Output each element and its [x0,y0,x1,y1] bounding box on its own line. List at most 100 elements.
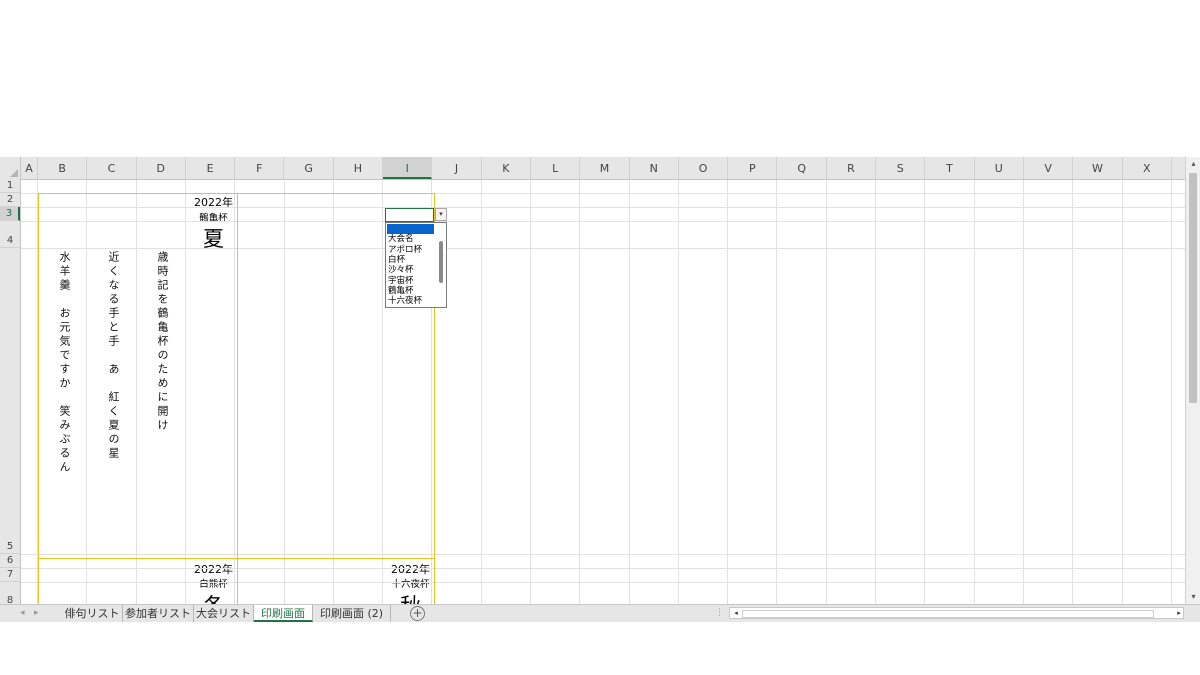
column-header-u[interactable]: U [975,157,1024,179]
column-header-v[interactable]: V [1024,157,1074,179]
column-header-b[interactable]: B [38,157,88,179]
column-header-i[interactable]: I [383,157,433,179]
cell-d5-haiku[interactable]: 歳時記を鶴亀杯のために開け [156,251,169,433]
cell-e8-season[interactable]: 冬 [189,590,238,604]
dropdown-option[interactable]: 宇宙杯 [388,276,435,286]
gridline-vertical [579,180,580,604]
column-header-o[interactable]: O [679,157,729,179]
gridline-vertical [185,180,186,604]
column-header-bar: ABCDEFGHIJKLMNOPQRSTUVWX [0,157,1185,180]
gridline-vertical [481,180,482,604]
gridline-horizontal [21,568,1185,569]
dropdown-option[interactable]: 鶴亀杯 [388,286,435,296]
cell-i7-tournament[interactable]: 十六夜杯 [386,576,435,590]
dropdown-list[interactable]: 大会名 アポロ杯 白杯 沙々杯 宇宙杯 鶴亀杯 十六夜杯 [385,222,447,308]
sheet-tab[interactable]: 印刷画面 (2) [313,605,391,622]
gridline-vertical [1171,180,1172,604]
cell-i8-season[interactable]: 秋 [386,590,435,604]
column-header-f[interactable]: F [235,157,285,179]
dropdown-option[interactable]: 白杯 [388,255,435,265]
row-header-7[interactable]: 7 [0,568,20,582]
row-header-3[interactable]: 3 [0,207,20,221]
gridline-vertical [924,180,925,604]
column-header-j[interactable]: J [432,157,482,179]
sheet-tab[interactable]: 俳句リスト [62,605,123,622]
column-header-s[interactable]: S [876,157,926,179]
add-sheet-icon[interactable]: + [410,606,425,621]
gridline-vertical [974,180,975,604]
row-header-6[interactable]: 6 [0,554,20,568]
scroll-right-icon[interactable]: ▸ [1174,607,1184,619]
dropdown-option[interactable]: アポロ杯 [388,245,435,255]
column-header-n[interactable]: N [630,157,679,179]
sheet-tab[interactable]: 参加者リスト [123,605,194,622]
column-header-l[interactable]: L [531,157,581,179]
print-area-border [38,193,435,194]
gridline-horizontal [21,554,1185,555]
row-header-bar: 12345678 [0,179,21,604]
row-header-2[interactable]: 2 [0,193,20,207]
column-header-c[interactable]: C [87,157,137,179]
scroll-down-icon[interactable]: ▾ [1186,590,1200,604]
gridline-vertical [86,180,87,604]
horizontal-scroll-thumb[interactable] [742,610,1154,618]
column-header-t[interactable]: T [925,157,975,179]
column-header-x[interactable]: X [1123,157,1172,179]
column-header-h[interactable]: H [334,157,384,179]
scroll-left-icon[interactable]: ◂ [731,607,741,619]
dropdown-option[interactable]: 大会名 [388,234,435,244]
column-header-p[interactable]: P [728,157,778,179]
column-header-k[interactable]: K [482,157,531,179]
cell-c5-haiku[interactable]: 近くなる手と手 あ 紅く夏の星 [107,251,120,461]
print-area-border [237,193,238,604]
horizontal-scrollbar[interactable] [729,607,1184,619]
gridline-vertical [727,180,728,604]
vertical-scroll-thumb[interactable] [1189,173,1197,403]
column-header-r[interactable]: R [827,157,877,179]
gridline-vertical [629,180,630,604]
dropdown-scroll-thumb[interactable] [439,241,443,283]
cell-grid[interactable]: 2022年 鶴亀杯 夏 水羊羹 お元気ですか 笑みぶるん 近くなる手と手 あ 紅… [21,180,1185,604]
more-options-icon[interactable]: ⋮ [715,605,724,622]
row-header-8[interactable]: 8 [0,582,20,604]
gridline-vertical [1072,180,1073,604]
dropdown-option[interactable]: 沙々杯 [388,265,435,275]
cell-e7-tournament[interactable]: 白熊杯 [189,576,238,590]
cell-e6-year[interactable]: 2022年 [189,561,238,577]
column-header-d[interactable]: D [137,157,186,179]
dropdown-arrow-icon[interactable]: ▾ [435,208,447,221]
scroll-up-icon[interactable]: ▴ [1186,157,1200,171]
gridline-vertical [530,180,531,604]
cell-b5-haiku[interactable]: 水羊羹 お元気ですか 笑みぶるん [58,251,71,475]
dropdown-option[interactable] [387,224,434,234]
sheet-tab[interactable]: 大会リスト [194,605,254,622]
dropdown-cell-i3[interactable] [385,208,434,222]
row-header-1[interactable]: 1 [0,179,20,193]
column-header-a[interactable]: A [21,157,38,179]
row-header-5[interactable]: 5 [0,248,20,554]
column-header-w[interactable]: W [1073,157,1123,179]
print-area-border [38,558,435,559]
select-all-corner[interactable] [0,157,21,179]
sheet-tab-bar: ◂ ▸ 俳句リスト 参加者リスト 大会リスト 印刷画面 印刷画面 (2) + ⋮ ◂ ▸ [0,604,1200,622]
row-header-4[interactable]: 4 [0,221,20,248]
tab-prev-icon[interactable]: ◂ [20,605,25,622]
gridline-vertical [284,180,285,604]
tab-next-icon[interactable]: ▸ [34,605,39,622]
gridline-vertical [1122,180,1123,604]
gridline-vertical [826,180,827,604]
gridline-vertical [333,180,334,604]
gridline-vertical [875,180,876,604]
column-header-g[interactable]: G [285,157,334,179]
gridline-vertical [776,180,777,604]
gridline-vertical [136,180,137,604]
sheet-tab[interactable]: 印刷画面 [254,605,313,622]
vertical-scrollbar[interactable]: ▴ ▾ [1185,157,1200,604]
dropdown-option[interactable]: 十六夜杯 [388,296,435,306]
gridline-horizontal [21,207,1185,208]
cell-i6-year[interactable]: 2022年 [386,561,435,577]
column-header-m[interactable]: M [580,157,630,179]
gridline-vertical [678,180,679,604]
column-header-q[interactable]: Q [778,157,827,179]
column-header-e[interactable]: E [186,157,236,179]
